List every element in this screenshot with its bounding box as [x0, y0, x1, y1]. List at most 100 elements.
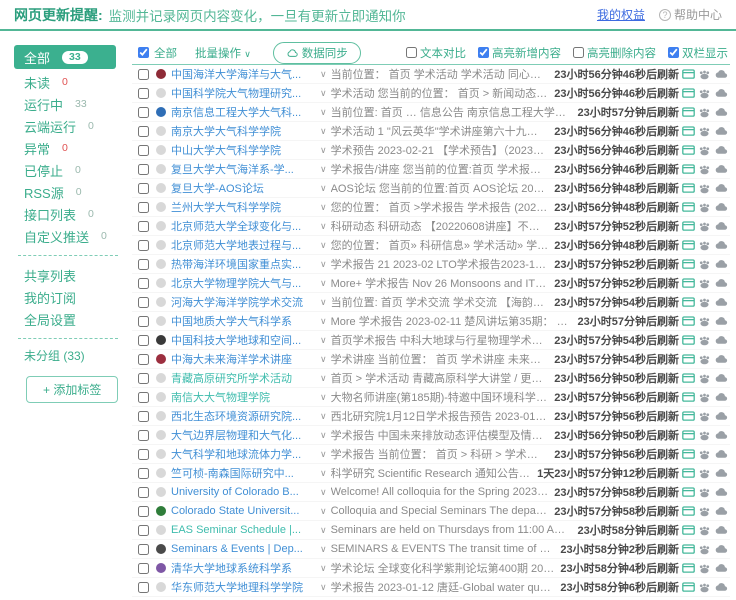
browser-preview-icon[interactable]: [682, 373, 695, 384]
sidebar-item-已停止[interactable]: 已停止 0: [14, 159, 116, 181]
row-checkbox[interactable]: [138, 506, 149, 517]
site-name-link[interactable]: University of Colorado B...: [171, 486, 314, 498]
sidebar-item-ungrouped[interactable]: 未分组 (33): [14, 347, 130, 364]
chevron-down-icon[interactable]: ∨: [320, 259, 327, 270]
row-checkbox[interactable]: [138, 316, 149, 327]
row-checkbox[interactable]: [138, 297, 149, 308]
browser-preview-icon[interactable]: [682, 145, 695, 156]
sidebar-link-我的订阅[interactable]: 我的订阅: [14, 286, 130, 308]
chevron-down-icon[interactable]: ∨: [320, 69, 327, 80]
site-name-link[interactable]: 竺可桢-南森国际研究中...: [171, 465, 314, 481]
site-name-link[interactable]: 大气科学和地球流体力学...: [171, 446, 314, 462]
hand-icon[interactable]: [698, 69, 711, 80]
row-checkbox[interactable]: [138, 107, 149, 118]
row-checkbox[interactable]: [138, 259, 149, 270]
chevron-down-icon[interactable]: ∨: [320, 297, 327, 308]
table-row[interactable]: 中山大学大气科学学院 ∨ 学术预告 2023-02-21 【学术预告】（2023…: [132, 141, 730, 160]
row-checkbox[interactable]: [138, 373, 149, 384]
hand-icon[interactable]: [698, 354, 711, 365]
table-row[interactable]: 兰州大学大气科学学院 ∨ 您的位置： 首页 >学术报告 学术报告 (2023-0…: [132, 198, 730, 217]
cloud-icon[interactable]: [714, 183, 728, 193]
table-row[interactable]: 西北生态环境资源研究院... ∨ 西北研究院1月12日学术报告预告 2023-0…: [132, 407, 730, 426]
cloud-icon[interactable]: [714, 487, 728, 497]
hand-icon[interactable]: [698, 297, 711, 308]
cloud-icon[interactable]: [714, 259, 728, 269]
chevron-down-icon[interactable]: ∨: [320, 183, 327, 194]
row-checkbox[interactable]: [138, 145, 149, 156]
cloud-icon[interactable]: [714, 563, 728, 573]
select-all-checkbox[interactable]: [138, 47, 149, 58]
chevron-down-icon[interactable]: ∨: [320, 392, 327, 403]
chevron-down-icon[interactable]: ∨: [320, 411, 327, 422]
cloud-icon[interactable]: [714, 449, 728, 459]
browser-preview-icon[interactable]: [682, 278, 695, 289]
hand-icon[interactable]: [698, 449, 711, 460]
chevron-down-icon[interactable]: ∨: [320, 164, 327, 175]
browser-preview-icon[interactable]: [682, 316, 695, 327]
cloud-icon[interactable]: [714, 126, 728, 136]
hand-icon[interactable]: [698, 544, 711, 555]
site-name-link[interactable]: 热带海洋环境国家重点实...: [171, 256, 314, 272]
hand-icon[interactable]: [698, 240, 711, 251]
table-row[interactable]: 复旦大学大气海洋系-学... ∨ 学术报告/讲座 您当前的位置:首页 学术报告/…: [132, 160, 730, 179]
hand-icon[interactable]: [698, 88, 711, 99]
table-row[interactable]: 热带海洋环境国家重点实... ∨ 学术报告 21 2023-02 LTO学术报告…: [132, 255, 730, 274]
site-name-link[interactable]: 华东师范大学地理科学学院: [171, 579, 314, 595]
cloud-icon[interactable]: [714, 221, 728, 231]
sidebar-item-自定义推送[interactable]: 自定义推送 0: [14, 225, 116, 247]
site-name-link[interactable]: 北京师范大学全球变化与...: [171, 218, 314, 234]
cloud-icon[interactable]: [714, 316, 728, 326]
site-name-link[interactable]: 中山大学大气科学学院: [171, 142, 314, 158]
row-checkbox[interactable]: [138, 525, 149, 536]
cloud-icon[interactable]: [714, 88, 728, 98]
chevron-down-icon[interactable]: ∨: [320, 468, 327, 479]
sidebar-link-全局设置[interactable]: 全局设置: [14, 308, 130, 330]
browser-preview-icon[interactable]: [682, 183, 695, 194]
site-name-link[interactable]: 南京信息工程大学大气科...: [171, 104, 314, 120]
table-row[interactable]: 青藏高原研究所学术活动 ∨ 首页 > 学术活动 青藏高原科学大讲堂 / 更多+ …: [132, 369, 730, 388]
browser-preview-icon[interactable]: [682, 468, 695, 479]
browser-preview-icon[interactable]: [682, 126, 695, 137]
cloud-icon[interactable]: [714, 373, 728, 383]
browser-preview-icon[interactable]: [682, 430, 695, 441]
site-name-link[interactable]: 复旦大学大气海洋系-学...: [171, 161, 314, 177]
row-checkbox[interactable]: [138, 544, 149, 555]
cloud-icon[interactable]: [714, 278, 728, 288]
cloud-icon[interactable]: [714, 145, 728, 155]
table-row[interactable]: 中国地质大学大气科学系 ∨ More 学术报告 2023-02-11 楚风讲坛第…: [132, 312, 730, 331]
site-name-link[interactable]: 北京师范大学地表过程与...: [171, 237, 314, 253]
sidebar-item-未读[interactable]: 未读 0: [14, 71, 116, 93]
toolbar-option-checkbox[interactable]: [478, 47, 489, 58]
chevron-down-icon[interactable]: ∨: [320, 354, 327, 365]
browser-preview-icon[interactable]: [682, 411, 695, 422]
toolbar-option[interactable]: 高亮删除内容: [573, 45, 656, 61]
table-row[interactable]: Seminars & Events | Dep... ∨ SEMINARS & …: [132, 540, 730, 559]
hand-icon[interactable]: [698, 183, 711, 194]
site-name-link[interactable]: 中海大未来海洋学术讲座: [171, 351, 314, 367]
sidebar-item-接口列表[interactable]: 接口列表 0: [14, 203, 116, 225]
table-row[interactable]: Colorado State Universit... ∨ Colloquia …: [132, 502, 730, 521]
row-checkbox[interactable]: [138, 240, 149, 251]
browser-preview-icon[interactable]: [682, 392, 695, 403]
hand-icon[interactable]: [698, 259, 711, 270]
add-tag-button[interactable]: + 添加标签: [26, 376, 118, 403]
site-name-link[interactable]: 中国科技大学地球和空间...: [171, 332, 314, 348]
hand-icon[interactable]: [698, 164, 711, 175]
site-name-link[interactable]: 南信大大气物理学院: [171, 389, 314, 405]
hand-icon[interactable]: [698, 145, 711, 156]
cloud-icon[interactable]: [714, 468, 728, 478]
site-name-link[interactable]: 青藏高原研究所学术活动: [171, 370, 314, 386]
browser-preview-icon[interactable]: [682, 259, 695, 270]
table-row[interactable]: 中国海洋大学海洋与大气... ∨ 当前位置： 首页 学术活动 学术活动 同心问海…: [132, 65, 730, 84]
hand-icon[interactable]: [698, 221, 711, 232]
cloud-icon[interactable]: [714, 240, 728, 250]
bulk-actions-menu[interactable]: 批量操作 ∨: [195, 45, 251, 61]
row-checkbox[interactable]: [138, 221, 149, 232]
table-row[interactable]: 北京师范大学地表过程与... ∨ 您的位置： 首页» 科研信息» 学术活动» 学…: [132, 236, 730, 255]
table-row[interactable]: EAS Seminar Schedule |... ∨ Seminars are…: [132, 521, 730, 540]
data-sync-button[interactable]: 数据同步: [273, 42, 361, 64]
table-row[interactable]: University of Colorado B... ∨ Welcome! A…: [132, 483, 730, 502]
hand-icon[interactable]: [698, 563, 711, 574]
hand-icon[interactable]: [698, 525, 711, 536]
browser-preview-icon[interactable]: [682, 544, 695, 555]
